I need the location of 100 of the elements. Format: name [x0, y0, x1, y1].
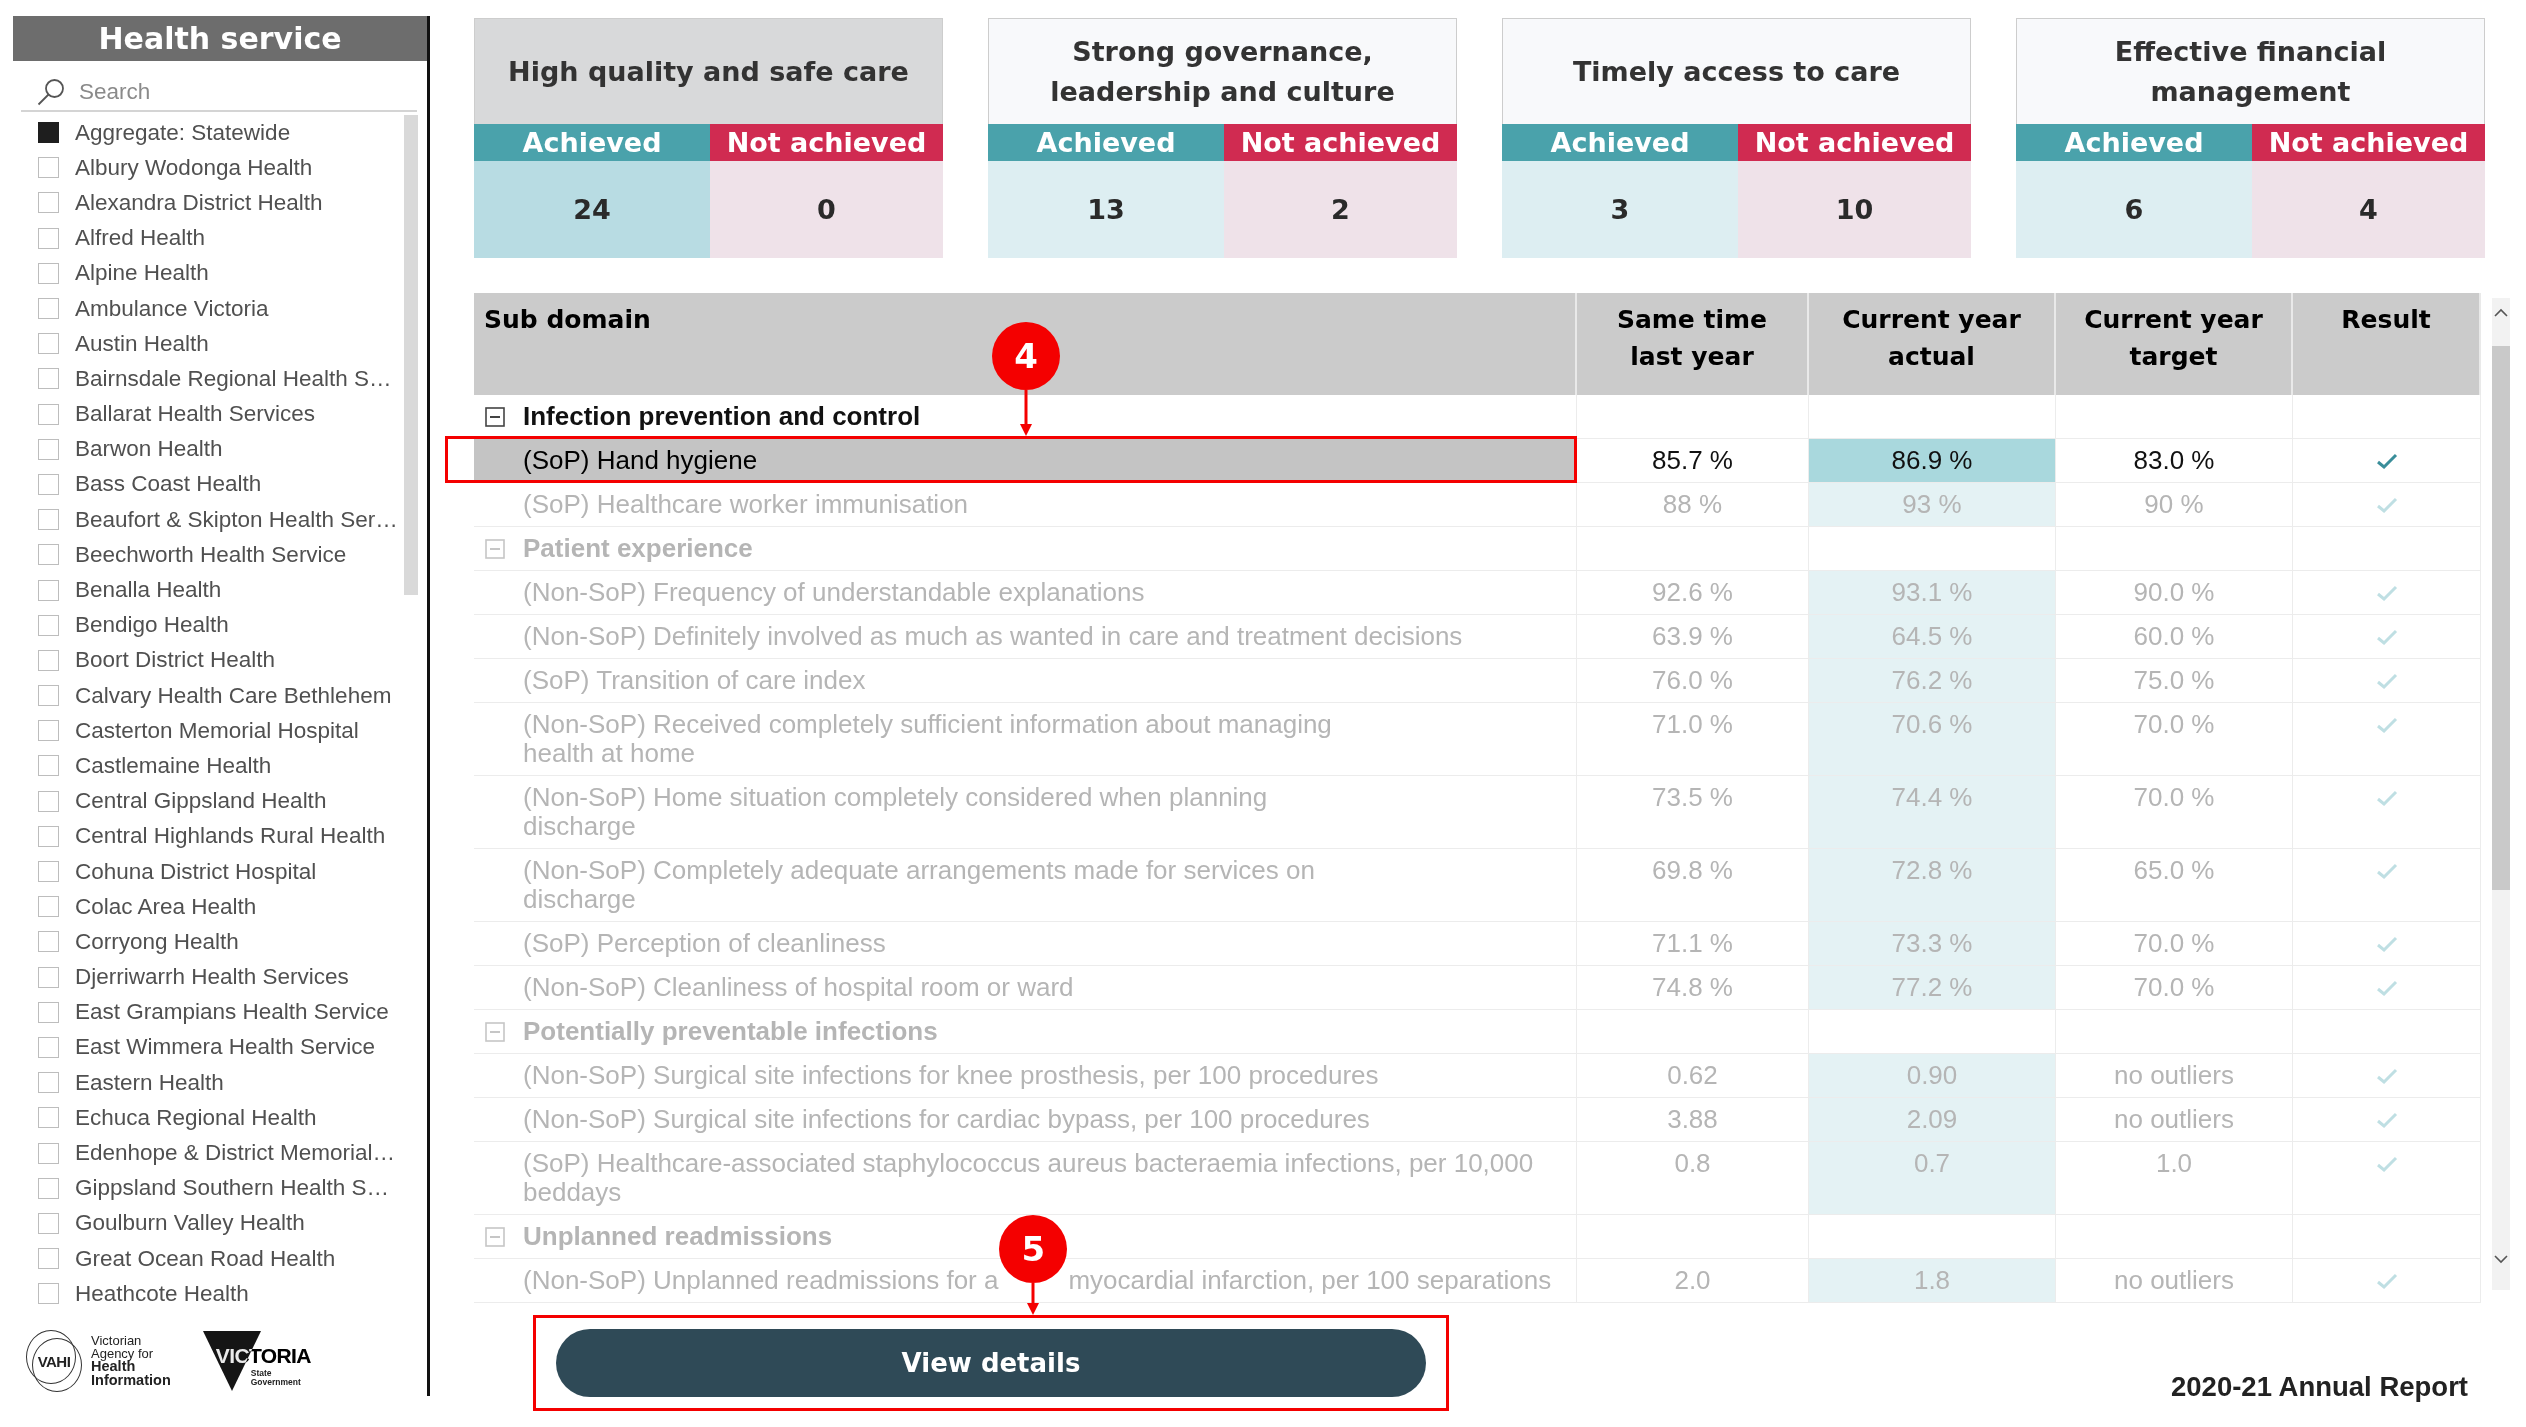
achieved-count: 24	[474, 161, 710, 258]
list-item[interactable]: Cohuna District Hospital	[13, 853, 427, 890]
list-item[interactable]: Austin Health	[13, 326, 427, 362]
checkbox[interactable]	[38, 1072, 59, 1094]
checkbox[interactable]	[38, 1001, 59, 1023]
table-cell: 72.8 %	[1809, 849, 2056, 922]
group-label: Unplanned readmissions	[523, 1222, 833, 1251]
list-item[interactable]: Albury Wodonga Health	[13, 150, 427, 186]
callout-badge: 5	[999, 1215, 1068, 1283]
list-item[interactable]: Bairnsdale Regional Health S…	[13, 361, 427, 397]
checkbox[interactable]	[38, 896, 59, 918]
not-achieved-header: Not achieved	[1224, 124, 1457, 161]
list-item[interactable]: Alexandra District Health	[13, 185, 427, 221]
not-achieved-count: 4	[2252, 161, 2485, 258]
checkbox[interactable]	[38, 122, 59, 144]
checkbox[interactable]	[38, 579, 59, 601]
list-item[interactable]: Echuca Regional Health	[13, 1100, 427, 1136]
table-cell: 90 %	[2056, 483, 2293, 527]
checkbox[interactable]	[38, 614, 59, 636]
list-item[interactable]: Boort District Health	[13, 642, 427, 678]
checkbox[interactable]	[38, 438, 59, 460]
table-cell[interactable]: (SoP) Hand hygiene	[474, 439, 1577, 483]
table-cell: 70.6 %	[1809, 703, 2056, 776]
not-achieved-count: 2	[1224, 161, 1457, 258]
list-item[interactable]: Castlemaine Health	[13, 748, 427, 784]
list-item[interactable]: Beechworth Health Service	[13, 537, 427, 573]
list-item[interactable]: Bendigo Health	[13, 607, 427, 643]
scrollbar[interactable]	[404, 115, 418, 595]
list-item[interactable]: Bass Coast Health	[13, 466, 427, 503]
list-item[interactable]: Djerriwarrh Health Services	[13, 959, 427, 995]
checkbox[interactable]	[38, 473, 59, 495]
list-item[interactable]: Edenhope & District Memorial…	[13, 1135, 427, 1171]
scrollbar-thumb[interactable]	[2492, 346, 2510, 890]
checkbox[interactable]	[38, 825, 59, 847]
group-label: Potentially preventable infections	[523, 1017, 938, 1046]
list-item[interactable]: Beaufort & Skipton Health Ser…	[13, 502, 427, 538]
table-cell: 93 %	[1809, 483, 2056, 527]
list-item[interactable]: Central Gippsland Health	[13, 783, 427, 819]
checkbox[interactable]	[38, 649, 59, 671]
list-item[interactable]: Colac Area Health	[13, 889, 427, 925]
table-cell: 70.0 %	[2056, 922, 2293, 966]
domain-title-button[interactable]: Timely access to care	[1502, 18, 1971, 124]
checkbox[interactable]	[38, 720, 59, 742]
checkbox[interactable]	[38, 931, 59, 953]
checkbox[interactable]	[38, 1177, 59, 1199]
checkbox[interactable]	[38, 755, 59, 777]
list-item[interactable]: Benalla Health	[13, 572, 427, 608]
domain-title-button[interactable]: Strong governance, leadership and culture	[988, 18, 1457, 124]
chevron-down-icon[interactable]	[2494, 1254, 2508, 1264]
checkbox[interactable]	[38, 861, 59, 883]
list-item[interactable]: Aggregate: Statewide	[13, 115, 427, 151]
checkbox[interactable]	[38, 685, 59, 707]
list-item[interactable]: Goulburn Valley Health	[13, 1205, 427, 1241]
domain-title-button[interactable]: Effective financial management	[2016, 18, 2485, 124]
checkbox[interactable]	[38, 298, 59, 320]
list-item[interactable]: East Wimmera Health Service	[13, 1029, 427, 1066]
checkbox[interactable]	[38, 1248, 59, 1270]
list-item[interactable]: Ambulance Victoria	[13, 290, 427, 327]
checkbox[interactable]	[38, 227, 59, 249]
scrollbar-track[interactable]	[2492, 298, 2510, 1290]
view-details-button[interactable]: View details	[556, 1329, 1426, 1397]
checkbox[interactable]	[38, 1107, 59, 1129]
checkbox[interactable]	[38, 333, 59, 355]
table-cell: 1.8	[1809, 1259, 2056, 1303]
list-item[interactable]: Eastern Health	[13, 1065, 427, 1101]
achieved-count: 3	[1502, 161, 1738, 258]
domain-title-button[interactable]: High quality and safe care	[474, 18, 943, 124]
column-header: Current year actual	[1809, 293, 2056, 395]
list-item[interactable]: Ballarat Health Services	[13, 396, 427, 432]
checkbox[interactable]	[38, 509, 59, 531]
checkbox[interactable]	[38, 1142, 59, 1164]
list-item[interactable]: Casterton Memorial Hospital	[13, 713, 427, 749]
checkbox[interactable]	[38, 403, 59, 425]
checkbox[interactable]	[38, 262, 59, 284]
achieved-header: Achieved	[988, 124, 1224, 161]
list-item[interactable]: Corryong Health	[13, 924, 427, 960]
list-item[interactable]: Central Highlands Rural Health	[13, 818, 427, 854]
checkbox[interactable]	[38, 1283, 59, 1305]
list-item[interactable]: Calvary Health Care Bethlehem	[13, 678, 427, 714]
checkbox[interactable]	[38, 544, 59, 566]
checkbox[interactable]	[38, 1212, 59, 1234]
search-field[interactable]: Search	[79, 75, 417, 109]
checkbox[interactable]	[38, 192, 59, 214]
collapse-icon[interactable]	[485, 406, 505, 427]
table-cell: 83.0 %	[2056, 439, 2293, 483]
list-item[interactable]: Barwon Health	[13, 431, 427, 467]
list-item[interactable]: Gippsland Southern Health S…	[13, 1170, 427, 1206]
list-item[interactable]: Alpine Health	[13, 255, 427, 291]
achieved-header: Achieved	[2016, 124, 2252, 161]
list-item[interactable]: Great Ocean Road Health	[13, 1241, 427, 1277]
checkbox[interactable]	[38, 157, 59, 179]
checkbox[interactable]	[38, 368, 59, 390]
table-cell: 70.0 %	[2056, 776, 2293, 849]
list-item[interactable]: Heathcote Health	[13, 1276, 427, 1312]
checkbox[interactable]	[38, 1036, 59, 1058]
list-item[interactable]: Alfred Health	[13, 220, 427, 256]
list-item[interactable]: East Grampians Health Service	[13, 994, 427, 1030]
checkbox[interactable]	[38, 790, 59, 812]
checkbox[interactable]	[38, 966, 59, 988]
chevron-up-icon[interactable]	[2494, 308, 2508, 318]
